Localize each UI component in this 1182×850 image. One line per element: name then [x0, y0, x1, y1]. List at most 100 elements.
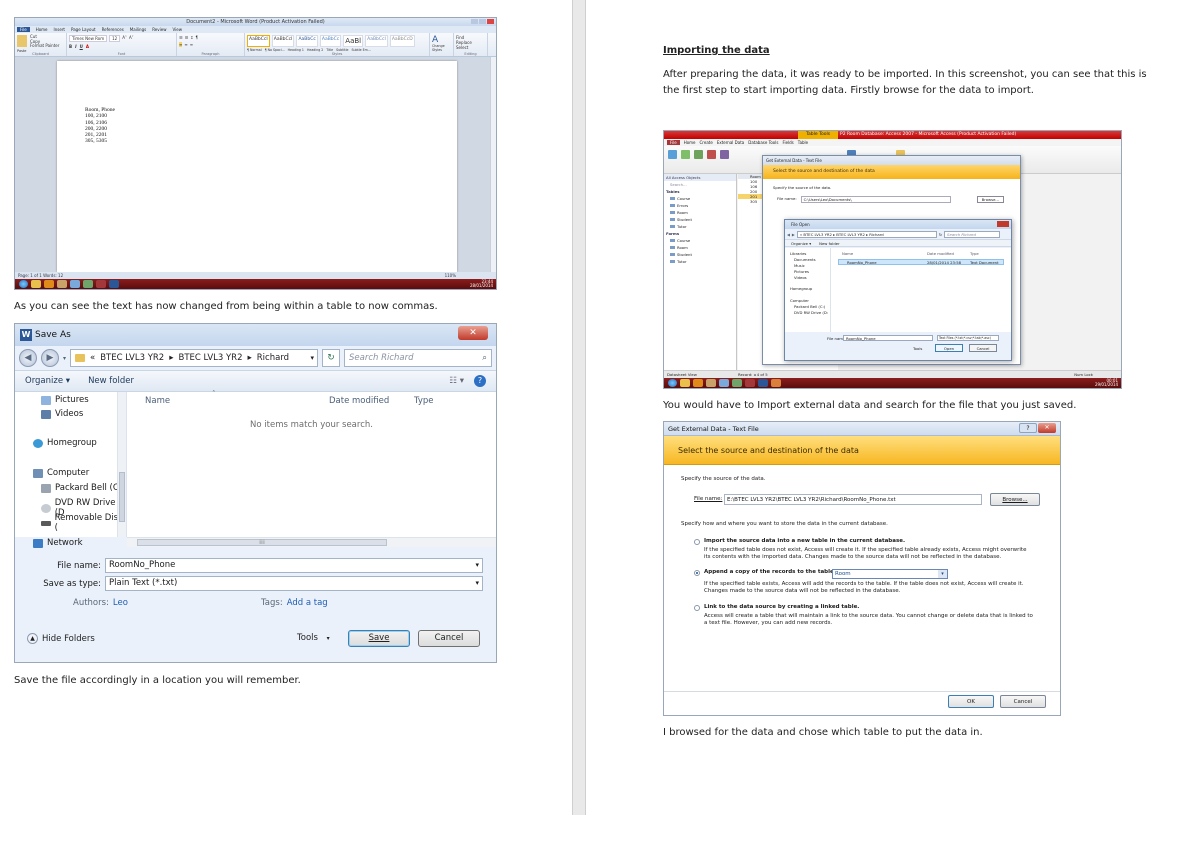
cancel-button[interactable]: Cancel	[1000, 695, 1046, 708]
ok-button[interactable]: OK	[948, 695, 994, 708]
grow-font-icon[interactable]: A˄	[122, 35, 127, 42]
minimize-icon[interactable]	[471, 19, 478, 24]
tools-button[interactable]: Tools	[913, 346, 922, 351]
linked-table-icon[interactable]	[681, 150, 690, 159]
tab-database-tools[interactable]: Database Tools	[748, 140, 778, 145]
access-icon[interactable]	[96, 280, 106, 288]
column-name[interactable]: Name	[145, 396, 170, 406]
chevron-down-icon[interactable]: ▾	[475, 577, 479, 590]
back-icon[interactable]: ◀	[19, 349, 37, 367]
tab-review[interactable]: Review	[152, 27, 166, 32]
search-input[interactable]: Search Richard	[944, 230, 1001, 238]
scroll-thumb[interactable]: ⁞⁞⁞	[137, 539, 387, 546]
paint-icon[interactable]	[719, 379, 729, 387]
chevron-down-icon[interactable]: ▾	[938, 570, 947, 578]
close-icon[interactable]	[487, 19, 494, 24]
explorer-icon[interactable]	[706, 379, 716, 387]
tree-item-computer[interactable]: Computer	[33, 468, 89, 478]
style-subtitle[interactable]: AaBbCcI	[365, 35, 388, 47]
align-right-icon[interactable]: ≡	[190, 42, 193, 47]
tab-home[interactable]: Home	[684, 140, 696, 145]
forward-icon[interactable]: ▶	[41, 349, 59, 367]
tools-button[interactable]: Tools ▾	[297, 633, 330, 643]
change-styles-button[interactable]: Change Styles	[432, 44, 451, 52]
back-icon[interactable]: ◀	[787, 232, 790, 237]
mail-icon[interactable]	[83, 280, 93, 288]
tree-item[interactable]: Music	[794, 263, 805, 268]
column-type[interactable]: Type	[414, 396, 434, 406]
tree-item[interactable]: Libraries	[790, 251, 806, 256]
breadcrumb-overflow[interactable]: «	[90, 353, 95, 363]
chrome-icon[interactable]	[31, 280, 41, 288]
style-title[interactable]: AaBl	[343, 35, 364, 47]
tree-item[interactable]: Packard Bell (C:)	[794, 304, 825, 309]
saved-imports-icon[interactable]	[668, 150, 677, 159]
nav-item-form[interactable]: Tutor	[664, 258, 736, 265]
help-button[interactable]: ?	[1019, 423, 1037, 433]
open-button[interactable]: Open	[935, 344, 963, 352]
option-import-title[interactable]: Import the source data into a new table …	[704, 538, 905, 544]
refresh-icon[interactable]: ↻	[322, 349, 340, 367]
nav-item-table[interactable]: Student	[664, 216, 736, 223]
horizontal-scrollbar[interactable]: ⁞⁞⁞	[127, 537, 496, 547]
tree-item[interactable]: DVD RW Drive (D:	[794, 310, 828, 315]
save-button[interactable]: Save	[348, 630, 410, 647]
search-input[interactable]: Search Richard ⌕	[344, 349, 492, 367]
font-name-box[interactable]: Times New Rom	[69, 35, 108, 42]
word-icon[interactable]	[109, 280, 119, 288]
tab-view[interactable]: View	[172, 27, 182, 32]
chevron-down-icon[interactable]: ▾	[475, 559, 479, 572]
authors-value[interactable]: Leo	[113, 598, 128, 608]
breadcrumb-item[interactable]: Richard	[257, 353, 289, 363]
nav-item-table[interactable]: Room	[664, 209, 736, 216]
tree-item-c-drive[interactable]: Packard Bell (C:)	[41, 483, 125, 493]
tables-header[interactable]: Tables	[664, 188, 736, 195]
tree-item-homegroup[interactable]: Homegroup	[33, 438, 97, 448]
paint-icon[interactable]	[70, 280, 80, 288]
shrink-font-icon[interactable]: A˅	[129, 35, 134, 42]
media-icon[interactable]	[693, 379, 703, 387]
organize-button[interactable]: Organize ▾	[791, 241, 811, 246]
option-append-title[interactable]: Append a copy of the records to the tabl…	[704, 569, 836, 575]
tab-references[interactable]: References	[102, 27, 124, 32]
file-name-input[interactable]: C:\Users\Leo\Documents\	[800, 196, 951, 203]
nav-pane-header[interactable]: All Access Objects	[664, 174, 736, 181]
history-dropdown-icon[interactable]: ▾	[63, 355, 66, 362]
file-type-filter[interactable]: Text Files (*.txt;*.csv;*.tab;*.asc)	[937, 335, 999, 341]
column-name[interactable]: Name	[842, 251, 853, 256]
help-icon[interactable]: ?	[474, 375, 486, 387]
file-row-selected[interactable]: RoomNo_Phone 28/01/2014 23:58 Text Docum…	[838, 259, 1004, 265]
start-icon[interactable]	[668, 379, 677, 387]
nav-item-table[interactable]: Errors	[664, 202, 736, 209]
media-icon[interactable]	[44, 280, 54, 288]
tree-item-pictures[interactable]: Pictures	[41, 395, 89, 405]
style-normal[interactable]: AaBbCcI	[247, 35, 270, 47]
new-folder-button[interactable]: New folder	[819, 241, 840, 246]
refresh-icon[interactable]: ↻	[939, 232, 942, 237]
close-button[interactable]: ✕	[458, 326, 488, 340]
word-page[interactable]: Room, Phone 100, 2100 106, 2106 200, 220…	[57, 61, 457, 272]
address-bar[interactable]: « BTEC LVL3 YR2 ▸ BTEC LVL3 YR2 ▸ Richar…	[70, 349, 318, 367]
maximize-icon[interactable]	[479, 19, 486, 24]
word-icon[interactable]	[758, 379, 768, 387]
view-options-icon[interactable]: ☷ ▾	[449, 376, 464, 386]
tree-scrollbar[interactable]	[117, 392, 126, 537]
excel-icon[interactable]	[694, 150, 703, 159]
style-heading-2[interactable]: AaBbCc	[319, 35, 342, 47]
access-icon[interactable]	[745, 379, 755, 387]
tree-item-network[interactable]: Network	[33, 538, 83, 548]
tab-file[interactable]: File	[17, 27, 30, 32]
option-link-title[interactable]: Link to the data source by creating a li…	[704, 604, 859, 610]
pilcrow-icon[interactable]: ¶	[196, 35, 199, 40]
tab-mailings[interactable]: Mailings	[130, 27, 146, 32]
style-no-spacing[interactable]: AaBbCcI	[271, 35, 295, 47]
style-subtle-emphasis[interactable]: AaBbCcD	[389, 35, 415, 47]
file-list[interactable]: Name Date modified Type RoomNo_Phone 28/…	[832, 248, 1011, 332]
nav-search[interactable]: Search...	[664, 181, 736, 188]
start-icon[interactable]	[19, 280, 28, 288]
browse-button[interactable]: Browse...	[990, 493, 1040, 506]
font-size-box[interactable]: 12	[109, 35, 121, 42]
column-date-modified[interactable]: Date modified	[329, 396, 389, 406]
format-painter-button[interactable]: Format Painter	[30, 43, 59, 49]
italic-icon[interactable]: I	[75, 44, 77, 49]
